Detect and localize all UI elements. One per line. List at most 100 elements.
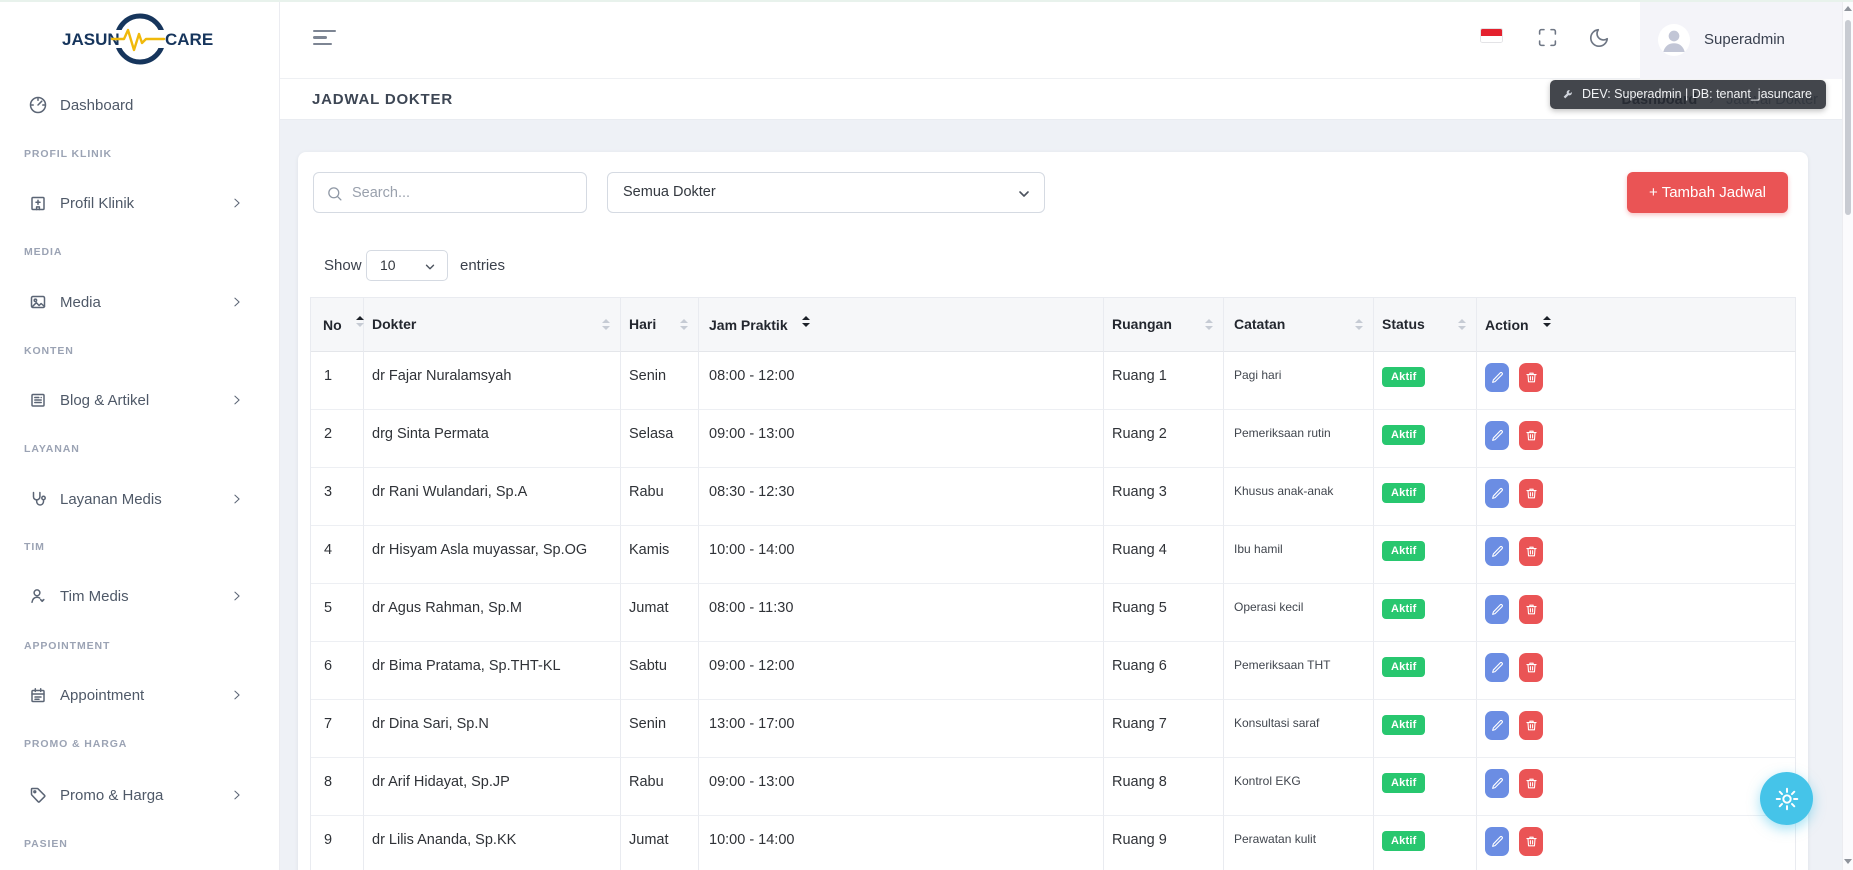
status-badge: Aktif	[1382, 657, 1425, 677]
status-badge: Aktif	[1382, 831, 1425, 851]
delete-button[interactable]	[1519, 595, 1543, 624]
delete-button[interactable]	[1519, 537, 1543, 566]
search-input[interactable]	[352, 174, 577, 211]
sidebar-item-tim-medis[interactable]: Tim Medis	[0, 583, 279, 609]
scroll-up-arrow[interactable]	[1844, 6, 1852, 11]
maximize-icon[interactable]	[1537, 27, 1559, 49]
sidebar-item-label: Dashboard	[60, 97, 133, 114]
cell-status: Aktif	[1374, 816, 1477, 870]
sidebar-item-profil-klinik[interactable]: Profil Klinik	[0, 190, 279, 216]
edit-button[interactable]	[1485, 595, 1509, 624]
sidebar-item-appointment[interactable]: Appointment	[0, 682, 279, 708]
edit-button[interactable]	[1485, 827, 1509, 856]
settings-fab[interactable]	[1760, 772, 1813, 825]
cell-catatan: Pemeriksaan THT	[1224, 642, 1374, 700]
doctor-filter-select[interactable]: Semua Dokter	[607, 172, 1045, 213]
cell-status: Aktif	[1374, 352, 1477, 410]
sidebar-section-profil-klinik: PROFIL KLINIK	[0, 148, 279, 160]
gauge-icon	[28, 95, 48, 115]
add-schedule-button[interactable]: + Tambah Jadwal	[1627, 172, 1788, 213]
cell-dokter: drg Sinta Permata	[364, 410, 621, 468]
sidebar-section-konten: KONTEN	[0, 345, 279, 357]
column-header-dokter[interactable]: Dokter	[364, 297, 621, 352]
cell-action	[1477, 352, 1796, 410]
cell-action	[1477, 468, 1796, 526]
scrollbar-thumb[interactable]	[1845, 20, 1851, 215]
cell-catatan: Pemeriksaan rutin	[1224, 410, 1374, 468]
delete-button[interactable]	[1519, 479, 1543, 508]
cell-ruangan: Ruang 2	[1104, 410, 1224, 468]
sidebar-item-media[interactable]: Media	[0, 289, 279, 315]
cell-ruangan: Ruang 1	[1104, 352, 1224, 410]
delete-button[interactable]	[1519, 363, 1543, 392]
column-header-jam-praktik[interactable]: Jam Praktik	[699, 297, 1104, 352]
flag-indonesia-icon[interactable]	[1480, 28, 1503, 43]
cell-jam-praktik: 10:00 - 14:00	[699, 526, 1104, 584]
scroll-down-arrow[interactable]	[1844, 859, 1852, 864]
column-header-action[interactable]: Action	[1477, 297, 1796, 352]
edit-button[interactable]	[1485, 711, 1509, 740]
cell-hari: Sabtu	[621, 642, 699, 700]
trash-icon	[1525, 545, 1538, 558]
vertical-scrollbar[interactable]	[1842, 0, 1853, 870]
sidebar-item-label: Media	[60, 294, 101, 311]
pencil-icon	[1491, 661, 1504, 674]
table-header: No Dokter Hari Jam Praktik Ruangan Catat…	[311, 297, 1796, 352]
pencil-icon	[1491, 429, 1504, 442]
menu-icon[interactable]	[313, 30, 337, 47]
cell-dokter: dr Lilis Ananda, Sp.KK	[364, 816, 621, 870]
cell-action	[1477, 642, 1796, 700]
column-header-no[interactable]: No	[311, 297, 364, 352]
column-header-hari[interactable]: Hari	[621, 297, 699, 352]
cell-ruangan: Ruang 3	[1104, 468, 1224, 526]
sidebar-item-blog-artikel[interactable]: Blog & Artikel	[0, 387, 279, 413]
delete-button[interactable]	[1519, 711, 1543, 740]
cell-jam-praktik: 13:00 - 17:00	[699, 700, 1104, 758]
sidebar-item-layanan-medis[interactable]: Layanan Medis	[0, 486, 279, 512]
table-row: 5 dr Agus Rahman, Sp.M Jumat 08:00 - 11:…	[311, 584, 1796, 642]
show-label: Show	[324, 257, 362, 274]
column-header-ruangan[interactable]: Ruangan	[1104, 297, 1224, 352]
cell-ruangan: Ruang 4	[1104, 526, 1224, 584]
status-badge: Aktif	[1382, 715, 1425, 735]
delete-button[interactable]	[1519, 827, 1543, 856]
edit-button[interactable]	[1485, 421, 1509, 450]
cell-ruangan: Ruang 6	[1104, 642, 1224, 700]
trash-icon	[1525, 835, 1538, 848]
cell-dokter: dr Dina Sari, Sp.N	[364, 700, 621, 758]
pencil-icon	[1491, 545, 1504, 558]
brand-logo[interactable]: JASUN CARE	[0, 8, 279, 70]
column-header-status[interactable]: Status	[1374, 297, 1477, 352]
edit-button[interactable]	[1485, 653, 1509, 682]
sidebar-item-dashboard[interactable]: Dashboard	[0, 92, 279, 118]
sidebar-section-layanan: LAYANAN	[0, 443, 279, 455]
user-menu[interactable]: Superadmin	[1640, 0, 1842, 79]
cell-no: 1	[311, 352, 364, 410]
sort-icon	[680, 319, 689, 332]
moon-icon[interactable]	[1588, 27, 1610, 49]
sidebar-section-appointment: APPOINTMENT	[0, 640, 279, 652]
delete-button[interactable]	[1519, 421, 1543, 450]
delete-button[interactable]	[1519, 653, 1543, 682]
pencil-icon	[1491, 777, 1504, 790]
cell-status: Aktif	[1374, 410, 1477, 468]
image-icon	[28, 292, 48, 312]
cell-action	[1477, 526, 1796, 584]
edit-button[interactable]	[1485, 479, 1509, 508]
cell-dokter: dr Fajar Nuralamsyah	[364, 352, 621, 410]
tag-icon	[28, 785, 48, 805]
delete-button[interactable]	[1519, 769, 1543, 798]
trash-icon	[1525, 371, 1538, 384]
chevron-right-icon	[230, 589, 244, 603]
edit-button[interactable]	[1485, 769, 1509, 798]
page-title: JADWAL DOKTER	[312, 91, 453, 108]
edit-button[interactable]	[1485, 537, 1509, 566]
edit-button[interactable]	[1485, 363, 1509, 392]
cell-status: Aktif	[1374, 468, 1477, 526]
sidebar-item-promo-harga[interactable]: Promo & Harga	[0, 782, 279, 808]
column-header-catatan[interactable]: Catatan	[1224, 297, 1374, 352]
page-size-select[interactable]: 10	[366, 250, 448, 281]
search-icon	[326, 185, 343, 202]
doctor-filter-value: Semua Dokter	[623, 184, 716, 200]
cell-no: 6	[311, 642, 364, 700]
